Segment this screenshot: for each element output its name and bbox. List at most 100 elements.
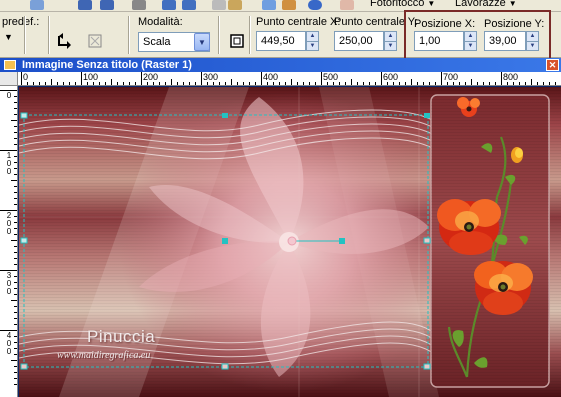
ruler-minor-tick xyxy=(489,82,490,85)
ruler-minor-tick xyxy=(11,300,17,301)
close-button[interactable]: ✕ xyxy=(546,59,559,71)
ruler-minor-tick xyxy=(243,82,244,85)
center-x-label: Punto centrale X: xyxy=(256,16,341,28)
ruler-minor-tick xyxy=(14,294,17,295)
ruler-minor-tick xyxy=(423,82,424,85)
ruler-tick xyxy=(381,72,382,85)
ruler-tick xyxy=(201,72,202,85)
center-y-field[interactable]: 250,00 xyxy=(334,31,384,51)
center-x-field[interactable]: 449,50 xyxy=(256,31,306,51)
ruler-tick xyxy=(81,72,82,85)
rotate-arrow-icon[interactable] xyxy=(54,30,76,52)
preset-label: predef.: xyxy=(2,16,40,28)
save-as-icon[interactable] xyxy=(100,0,114,10)
ruler-minor-tick xyxy=(14,378,17,379)
ruler-minor-tick xyxy=(14,282,17,283)
ruler-minor-tick xyxy=(249,82,250,85)
browser-icon[interactable] xyxy=(262,0,276,10)
ruler-minor-tick xyxy=(417,82,418,85)
ruler-minor-tick xyxy=(14,186,17,187)
ruler-minor-tick xyxy=(495,82,496,85)
watermark-url: www.maidiregrafica.eu xyxy=(57,350,151,361)
ruler-minor-tick xyxy=(393,82,394,85)
ruler-label: 0 xyxy=(6,91,12,100)
undo-icon[interactable] xyxy=(162,0,176,10)
info-icon[interactable] xyxy=(308,0,322,10)
ruler-minor-tick xyxy=(14,288,17,289)
ruler-minor-tick xyxy=(11,360,17,361)
ruler-minor-tick xyxy=(267,82,268,85)
ruler-minor-tick xyxy=(129,82,130,85)
ruler-tick xyxy=(21,72,22,85)
ruler-minor-tick xyxy=(411,79,412,85)
ruler-label: 200 xyxy=(143,72,159,82)
ruler-minor-tick xyxy=(213,82,214,85)
ruler-minor-tick xyxy=(14,204,17,205)
ruler-minor-tick xyxy=(93,82,94,85)
ruler-minor-tick xyxy=(123,82,124,85)
redo-icon[interactable] xyxy=(182,0,196,10)
ruler-minor-tick xyxy=(14,342,17,343)
ruler-minor-tick xyxy=(63,82,64,85)
ruler-label: 600 xyxy=(383,72,399,82)
ruler-minor-tick xyxy=(14,264,17,265)
fotoritocco-menu[interactable]: Fotoritocco ▼ xyxy=(370,0,435,9)
ruler-minor-tick xyxy=(27,82,28,85)
print-icon[interactable] xyxy=(132,0,146,10)
ruler-minor-tick xyxy=(351,79,352,85)
preset-dropdown-arrow[interactable]: ▼ xyxy=(4,32,13,42)
mode-label: Modalità: xyxy=(138,16,183,28)
ruler-minor-tick xyxy=(405,82,406,85)
layers-icon[interactable] xyxy=(282,0,296,10)
ruler-label: 0 xyxy=(23,72,29,82)
ruler-minor-tick xyxy=(14,174,17,175)
ruler-minor-tick xyxy=(279,82,280,85)
ruler-minor-tick xyxy=(195,82,196,85)
ruler-minor-tick xyxy=(14,216,17,217)
copy-icon[interactable] xyxy=(212,0,226,10)
lavorazze-menu[interactable]: Lavorazze ▼ xyxy=(455,0,517,9)
ruler-minor-tick xyxy=(33,82,34,85)
ruler-tick xyxy=(501,72,502,85)
document-titlebar[interactable]: Immagine Senza titolo (Raster 1) ✕ xyxy=(0,58,561,72)
ruler-minor-tick xyxy=(315,82,316,85)
mode-dropdown-button[interactable]: ▼ xyxy=(194,33,210,51)
ruler-minor-tick xyxy=(291,79,292,85)
ruler-minor-tick xyxy=(14,114,17,115)
center-x-spinner[interactable]: ▲ ▼ xyxy=(306,31,319,51)
ruler-minor-tick xyxy=(387,82,388,85)
ruler-minor-tick xyxy=(333,82,334,85)
deform-icon[interactable] xyxy=(84,30,106,52)
ruler-minor-tick xyxy=(99,82,100,85)
ruler-minor-tick xyxy=(255,82,256,85)
fullscreen-icon[interactable] xyxy=(226,30,248,52)
save-icon[interactable] xyxy=(78,0,92,10)
ruler-minor-tick xyxy=(14,168,17,169)
paint-shop-pro-app: Fotoritocco ▼ Lavorazze ▼ predef.: ▼ Modal… xyxy=(0,0,561,397)
paste-icon[interactable] xyxy=(228,0,242,10)
ruler-minor-tick xyxy=(153,82,154,85)
image-canvas[interactable]: Pinuccia www.maidiregrafica.eu xyxy=(19,87,561,397)
open-icon[interactable] xyxy=(30,0,44,10)
ruler-minor-tick xyxy=(537,82,538,85)
ruler-label: 300 xyxy=(203,72,219,82)
ruler-corner xyxy=(0,72,18,86)
ruler-minor-tick xyxy=(14,246,17,247)
ruler-minor-tick xyxy=(14,96,17,97)
vertical-ruler: 0 100 200 300 400 xyxy=(0,86,18,397)
ruler-minor-tick xyxy=(525,82,526,85)
ruler-minor-tick xyxy=(399,82,400,85)
ruler-minor-tick xyxy=(543,82,544,85)
ruler-minor-tick xyxy=(14,132,17,133)
ruler-minor-tick xyxy=(11,240,17,241)
center-y-spinner[interactable]: ▲ ▼ xyxy=(384,31,397,51)
script-icon[interactable] xyxy=(340,0,354,10)
document-icon xyxy=(4,60,16,70)
ruler-minor-tick xyxy=(57,82,58,85)
ruler-minor-tick xyxy=(183,82,184,85)
ruler-minor-tick xyxy=(309,82,310,85)
ruler-minor-tick xyxy=(519,82,520,85)
ruler-minor-tick xyxy=(14,354,17,355)
ruler-minor-tick xyxy=(285,82,286,85)
ruler-minor-tick xyxy=(14,108,17,109)
